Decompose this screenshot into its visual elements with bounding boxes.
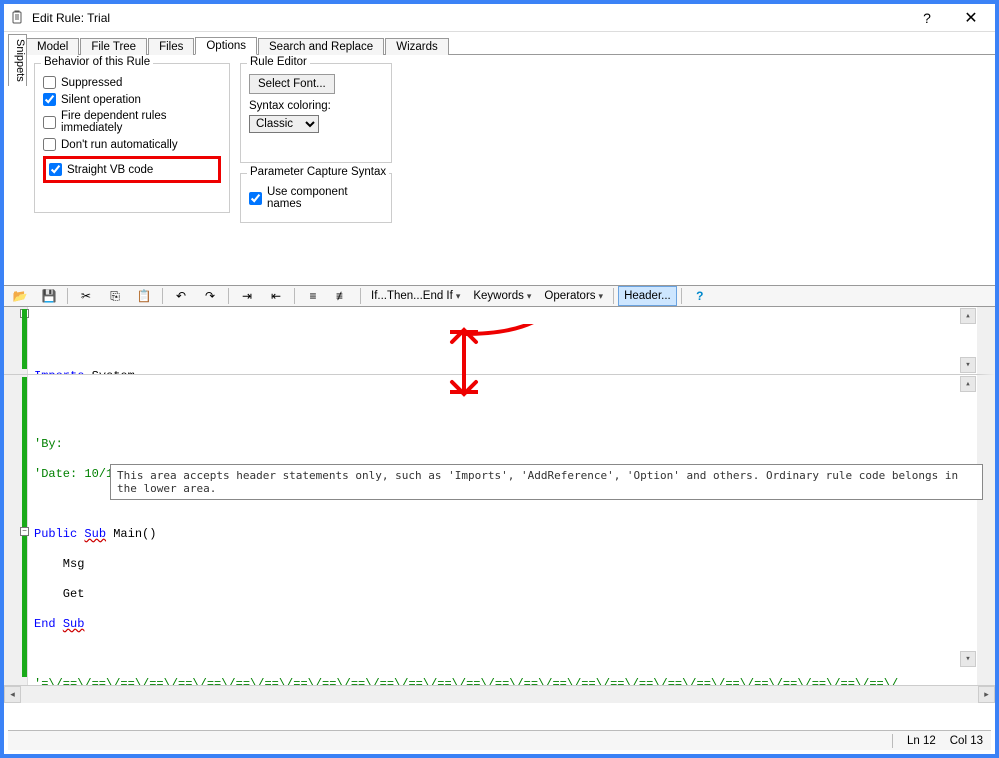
toolbar-separator (228, 288, 229, 304)
gutter: − (4, 375, 28, 685)
paramcap-legend: Parameter Capture Syntax (247, 166, 389, 178)
undo-icon: ↶ (173, 288, 189, 304)
window-title: Edit Rule: Trial (32, 11, 905, 25)
comment-icon: ≡ (305, 288, 321, 304)
toolbar-separator (613, 288, 614, 304)
titlebar: Edit Rule: Trial ? ✕ (4, 4, 995, 32)
cut-icon: ✂ (78, 288, 94, 304)
toolbar-separator (294, 288, 295, 304)
options-panel: Behavior of this Rule Suppressed Silent … (26, 55, 995, 285)
help-button[interactable]: ? (905, 4, 949, 32)
horizontal-scrollbar[interactable]: ◂ ▸ (4, 685, 995, 702)
open-button[interactable]: 📂 (6, 286, 34, 306)
indent-icon: ⇥ (239, 288, 255, 304)
tab-wizards[interactable]: Wizards (385, 38, 449, 55)
undo-button[interactable]: ↶ (167, 286, 195, 306)
header-tooltip: This area accepts header statements only… (110, 464, 983, 500)
scroll-down-button[interactable]: ▾ (960, 651, 976, 667)
header-editor[interactable]: − ▴ ▾ Imports System Imports System.Type… (4, 307, 995, 375)
scroll-left-button[interactable]: ◂ (4, 686, 21, 703)
status-column: Col 13 (950, 735, 983, 747)
toolbar-separator (360, 288, 361, 304)
indent-button[interactable]: ⇥ (233, 286, 261, 306)
ruleeditor-legend: Rule Editor (247, 56, 310, 68)
comment-button[interactable]: ≡ (299, 286, 327, 306)
change-marker (22, 309, 27, 369)
usecomp-checkbox[interactable]: Use component names (249, 184, 383, 212)
suppressed-checkbox[interactable]: Suppressed (43, 74, 221, 91)
code-line: 'By: (34, 437, 977, 452)
snippets-sidetab[interactable]: Snippets (8, 34, 27, 86)
code-line: End Sub (34, 617, 977, 632)
tab-search[interactable]: Search and Replace (258, 38, 384, 55)
code-line: Get (34, 587, 977, 602)
behavior-groupbox: Behavior of this Rule Suppressed Silent … (34, 63, 230, 213)
behavior-legend: Behavior of this Rule (41, 56, 153, 68)
paste-icon: 📋 (136, 288, 152, 304)
dontrun-checkbox[interactable]: Don't run automatically (43, 136, 221, 153)
outdent-icon: ⇤ (268, 288, 284, 304)
statusbar: Ln 12 Col 13 (8, 730, 991, 750)
tab-files[interactable]: Files (148, 38, 194, 55)
scroll-up-button[interactable]: ▴ (960, 376, 976, 392)
syntax-select[interactable]: Classic (249, 115, 319, 133)
straightvb-highlight: Straight VB code (43, 156, 221, 183)
scroll-down-button[interactable]: ▾ (960, 357, 976, 373)
toolbar-help-button[interactable]: ? (686, 286, 714, 306)
gutter: − (4, 307, 28, 374)
ruleeditor-groupbox: Rule Editor Select Font... Syntax colori… (240, 63, 392, 163)
fold-minus-icon[interactable]: − (20, 527, 29, 536)
silent-checkbox[interactable]: Silent operation (43, 91, 221, 108)
selectfont-button[interactable]: Select Font... (249, 74, 335, 94)
keywords-dropdown[interactable]: Keywords (467, 286, 537, 306)
toolbar-separator (67, 288, 68, 304)
tabstrip: Model File Tree Files Options Search and… (26, 35, 995, 55)
tab-options[interactable]: Options (195, 37, 257, 55)
toolbar-separator (681, 288, 682, 304)
scroll-up-button[interactable]: ▴ (960, 308, 976, 324)
close-button[interactable]: ✕ (949, 4, 993, 32)
status-line: Ln 12 (907, 735, 936, 747)
help-icon: ? (692, 288, 708, 304)
editor-toolbar: 📂 💾 ✂ ⎘ 📋 ↶ ↷ ⇥ ⇤ ≡ ≢ If...Then...End If… (4, 285, 995, 307)
scroll-right-button[interactable]: ▸ (978, 686, 995, 703)
tab-model[interactable]: Model (26, 38, 79, 55)
fire-checkbox[interactable]: Fire dependent rules immediately (43, 108, 221, 136)
cut-button[interactable]: ✂ (72, 286, 100, 306)
code-line: '=\/==\/==\/==\/==\/==\/==\/==\/==\/==\/… (34, 677, 977, 685)
toolbar-separator (162, 288, 163, 304)
rule-icon (10, 10, 26, 26)
save-icon: 💾 (41, 288, 57, 304)
copy-button[interactable]: ⎘ (101, 286, 129, 306)
outdent-button[interactable]: ⇤ (262, 286, 290, 306)
scroll-track[interactable] (21, 686, 978, 703)
uncomment-icon: ≢ (334, 288, 350, 304)
code-line: Msg (34, 557, 977, 572)
main-editor[interactable]: − ▴ ▾ 'By: 'Date: 10/11/19 Public Sub Ma… (4, 375, 995, 685)
paste-button[interactable]: 📋 (130, 286, 158, 306)
operators-dropdown[interactable]: Operators (538, 286, 609, 306)
paramcap-groupbox: Parameter Capture Syntax Use component n… (240, 173, 392, 223)
ifthen-dropdown[interactable]: If...Then...End If (365, 286, 466, 306)
redo-button[interactable]: ↷ (196, 286, 224, 306)
syntax-label: Syntax coloring: (249, 100, 383, 112)
code-line (34, 647, 977, 662)
copy-icon: ⎘ (107, 288, 123, 304)
redo-icon: ↷ (202, 288, 218, 304)
save-button[interactable]: 💾 (35, 286, 63, 306)
header-button[interactable]: Header... (618, 286, 677, 306)
uncomment-button[interactable]: ≢ (328, 286, 356, 306)
tab-filetree[interactable]: File Tree (80, 38, 147, 55)
code-line: Public Sub Main() (34, 527, 977, 542)
straightvb-checkbox[interactable]: Straight VB code (49, 161, 215, 178)
open-icon: 📂 (12, 288, 28, 304)
